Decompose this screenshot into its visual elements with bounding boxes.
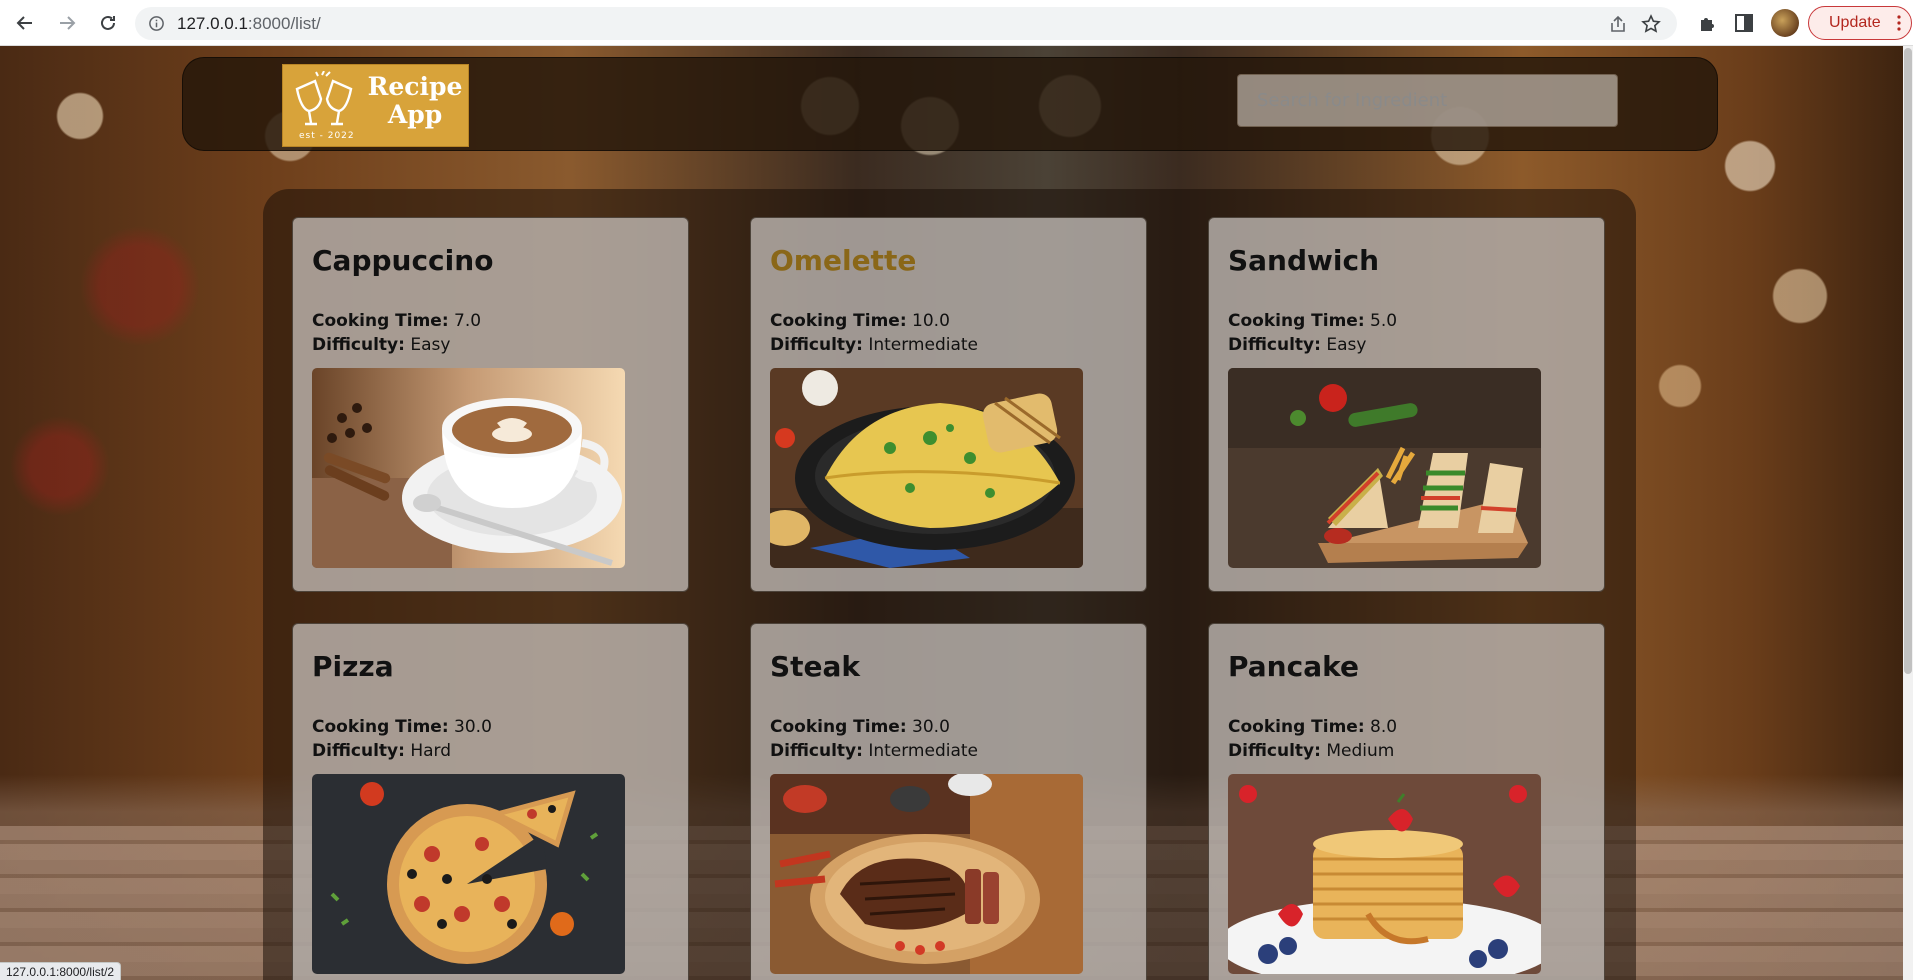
- cooking-time-label: Cooking Time:: [770, 311, 907, 331]
- address-bar[interactable]: 127.0.0.1:8000/list/: [135, 7, 1677, 40]
- recipe-card-cappuccino[interactable]: Cappuccino Cooking Time: 7.0 Difficulty:…: [292, 217, 689, 592]
- recipe-title[interactable]: Sandwich: [1228, 244, 1379, 277]
- cooking-time-value: 7.0: [454, 311, 482, 331]
- pizza-photo[interactable]: [312, 774, 625, 974]
- recipe-title[interactable]: Pancake: [1228, 650, 1359, 683]
- logo-title-line2: App: [387, 100, 443, 129]
- difficulty-label: Difficulty:: [1228, 335, 1321, 355]
- difficulty-value: Easy: [410, 335, 451, 355]
- recipe-meta: Cooking Time: 10.0 Difficulty: Intermedi…: [770, 309, 978, 357]
- difficulty-label: Difficulty:: [770, 741, 863, 761]
- cheers-glasses-icon: [295, 71, 353, 126]
- recipe-meta: Cooking Time: 7.0 Difficulty: Easy: [312, 309, 481, 357]
- cooking-time-label: Cooking Time:: [312, 717, 449, 737]
- arrow-left-icon: [16, 16, 32, 30]
- logo-title: Recipe App: [363, 73, 467, 129]
- difficulty-label: Difficulty:: [770, 335, 863, 355]
- omelette-photo[interactable]: [770, 368, 1083, 568]
- difficulty-value: Intermediate: [868, 335, 979, 355]
- recipe-meta: Cooking Time: 5.0 Difficulty: Easy: [1228, 309, 1397, 357]
- recipe-meta: Cooking Time: 8.0 Difficulty: Medium: [1228, 715, 1397, 763]
- difficulty-value: Medium: [1326, 741, 1395, 761]
- recipe-card-steak[interactable]: Steak Cooking Time: 30.0 Difficulty: Int…: [750, 623, 1147, 980]
- recipe-title[interactable]: Pizza: [312, 650, 394, 683]
- url-host: 127.0.0.1: [177, 14, 248, 33]
- side-panel-icon[interactable]: [1733, 12, 1755, 34]
- scrollbar-thumb[interactable]: [1904, 48, 1912, 674]
- page-scrollbar[interactable]: [1903, 46, 1913, 980]
- reload-button[interactable]: [94, 9, 122, 37]
- ingredient-search-input[interactable]: [1237, 74, 1618, 127]
- update-button[interactable]: Update: [1808, 6, 1912, 40]
- recipe-title[interactable]: Omelette: [770, 244, 916, 277]
- kebab-menu-icon: [1897, 15, 1901, 31]
- cooking-time-value: 5.0: [1370, 311, 1398, 331]
- forward-button[interactable]: [53, 9, 81, 37]
- recipe-card-pancake[interactable]: Pancake Cooking Time: 8.0 Difficulty: Me…: [1208, 623, 1605, 980]
- share-icon[interactable]: [1609, 15, 1627, 33]
- cooking-time-value: 30.0: [912, 717, 950, 737]
- cooking-time-label: Cooking Time:: [1228, 311, 1365, 331]
- pancake-photo[interactable]: [1228, 774, 1541, 974]
- arrow-right-icon: [60, 16, 76, 30]
- info-icon[interactable]: [148, 15, 165, 32]
- cappuccino-photo[interactable]: [312, 368, 625, 568]
- link-status-bar: 127.0.0.1:8000/list/2: [0, 962, 122, 980]
- cooking-time-label: Cooking Time:: [770, 717, 907, 737]
- recipe-list-panel: Cappuccino Cooking Time: 7.0 Difficulty:…: [263, 189, 1636, 980]
- url-path: :8000/list/: [247, 14, 321, 33]
- difficulty-label: Difficulty:: [312, 741, 405, 761]
- page-background: Recipe App est - 2022 Cappuccino Cooking…: [0, 46, 1903, 980]
- update-label: Update: [1829, 14, 1881, 31]
- logo-title-line1: Recipe: [367, 72, 463, 101]
- back-button[interactable]: [11, 9, 39, 37]
- extensions-puzzle-icon[interactable]: [1697, 12, 1719, 34]
- browser-toolbar: 127.0.0.1:8000/list/ Update: [0, 0, 1913, 46]
- recipe-meta: Cooking Time: 30.0 Difficulty: Hard: [312, 715, 492, 763]
- recipe-card-pizza[interactable]: Pizza Cooking Time: 30.0 Difficulty: Har…: [292, 623, 689, 980]
- recipe-title[interactable]: Cappuccino: [312, 244, 493, 277]
- reload-icon: [101, 15, 115, 30]
- cooking-time-value: 10.0: [912, 311, 950, 331]
- difficulty-label: Difficulty:: [1228, 741, 1321, 761]
- difficulty-label: Difficulty:: [312, 335, 405, 355]
- difficulty-value: Easy: [1326, 335, 1367, 355]
- logo-est: est - 2022: [299, 131, 355, 141]
- site-header: Recipe App est - 2022: [182, 57, 1718, 151]
- steak-photo[interactable]: [770, 774, 1083, 974]
- difficulty-value: Intermediate: [868, 741, 979, 761]
- recipe-card-omelette[interactable]: Omelette Cooking Time: 10.0 Difficulty: …: [750, 217, 1147, 592]
- recipe-card-sandwich[interactable]: Sandwich Cooking Time: 5.0 Difficulty: E…: [1208, 217, 1605, 592]
- cooking-time-value: 30.0: [454, 717, 492, 737]
- cooking-time-label: Cooking Time:: [312, 311, 449, 331]
- profile-avatar[interactable]: [1771, 9, 1799, 37]
- recipe-app-logo[interactable]: Recipe App est - 2022: [282, 64, 469, 147]
- recipe-meta: Cooking Time: 30.0 Difficulty: Intermedi…: [770, 715, 978, 763]
- difficulty-value: Hard: [410, 741, 452, 761]
- url-text: 127.0.0.1:8000/list/: [177, 14, 321, 34]
- sandwich-photo[interactable]: [1228, 368, 1541, 568]
- bookmark-star-icon[interactable]: [1641, 14, 1661, 34]
- cooking-time-label: Cooking Time:: [1228, 717, 1365, 737]
- cooking-time-value: 8.0: [1370, 717, 1398, 737]
- recipe-title[interactable]: Steak: [770, 650, 860, 683]
